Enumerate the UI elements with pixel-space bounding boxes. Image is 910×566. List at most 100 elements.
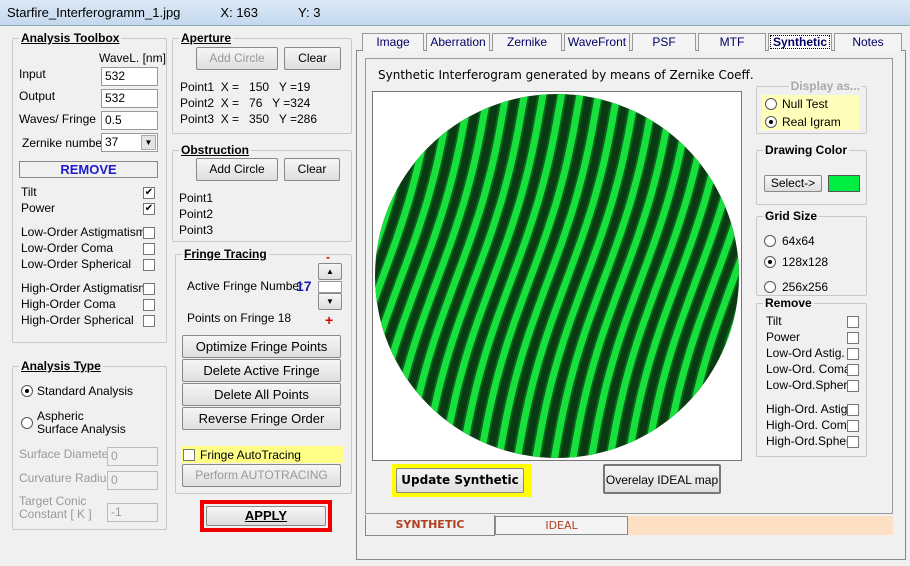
update-synthetic-button[interactable]: Update Synthetic — [396, 468, 524, 493]
synthetic-remove-checkbox[interactable] — [847, 420, 859, 432]
standard-analysis-radio[interactable] — [21, 385, 33, 397]
remove-item-checkbox[interactable] — [143, 283, 155, 295]
remove-item-checkbox[interactable]: ✔ — [143, 187, 155, 199]
fringe-autotracing-label: Fringe AutoTracing — [200, 448, 301, 462]
synthetic-remove-label: High-Ord.Spher — [766, 434, 851, 448]
curvature-radius-label: Curvature Radius — [19, 471, 113, 485]
synthetic-interferogram — [375, 94, 739, 458]
output-label: Output — [19, 89, 56, 103]
input-wavelength-field[interactable]: 532 — [101, 67, 158, 86]
synthetic-remove-checkbox[interactable] — [847, 436, 859, 448]
synthetic-remove-checkbox[interactable] — [847, 348, 859, 360]
wavel-header: WaveL. [nm] — [99, 51, 166, 65]
delete-all-points-button[interactable]: Delete All Points — [182, 383, 341, 406]
select-color-button[interactable]: Select-> — [764, 175, 822, 192]
remove-item-checkbox[interactable]: ✔ — [143, 203, 155, 215]
fringe-tracing-title: Fringe Tracing — [182, 247, 269, 261]
obstruction-clear-button[interactable]: Clear — [284, 158, 340, 181]
surface-diameter-field[interactable]: 0 — [107, 447, 158, 466]
surface-diameter-label: Surface Diameter — [19, 447, 113, 461]
remove-item-checkbox[interactable] — [143, 299, 155, 311]
tab-synthetic-bottom[interactable]: SYNTHETIC — [365, 515, 495, 536]
target-conic-field[interactable]: -1 — [107, 503, 158, 522]
aperture-add-circle-button[interactable]: Add Circle — [196, 47, 278, 70]
grid-size-radio[interactable] — [764, 256, 776, 268]
grid-size-radio[interactable] — [764, 281, 776, 293]
synthetic-remove-checkbox[interactable] — [847, 380, 859, 392]
remove-item-checkbox[interactable] — [143, 227, 155, 239]
obstruction-add-circle-button[interactable]: Add Circle — [196, 158, 278, 181]
remove-header: REMOVE — [19, 161, 158, 178]
real-igram-radio[interactable] — [765, 116, 777, 128]
synthetic-remove-label: Low-Ord Astig. — [766, 346, 845, 360]
apply-highlight: APPLY — [200, 500, 332, 532]
overlay-ideal-map-button[interactable]: Overelay IDEAL map — [603, 464, 721, 494]
null-test-radio[interactable] — [765, 98, 777, 110]
arrow-down-icon: ▼ — [326, 297, 334, 306]
tab-synthetic[interactable]: Synthetic — [768, 33, 832, 51]
remove-item-checkbox[interactable] — [143, 243, 155, 255]
obstruction-point-1: Point1 — [179, 191, 214, 205]
filename: Starfire_Interferogramm_1.jpg — [7, 5, 181, 20]
output-wavelength-field[interactable]: 532 — [101, 89, 158, 108]
tab-mtf[interactable]: MTF — [698, 33, 766, 51]
waves-fringe-field[interactable]: 0.5 — [101, 111, 158, 130]
fringe-up-button[interactable]: ▲ — [318, 263, 342, 280]
delete-active-fringe-button[interactable]: Delete Active Fringe — [182, 359, 341, 382]
synthetic-remove-label: High-Ord. Coma — [766, 418, 854, 432]
interferogram-canvas[interactable] — [372, 91, 742, 461]
aspheric-analysis-radio[interactable] — [21, 417, 33, 429]
remove-item-label: High-Order Spherical — [21, 313, 134, 327]
grid-size-label: 128x128 — [782, 255, 829, 269]
drawing-color-swatch[interactable] — [828, 175, 860, 192]
zernike-number-select[interactable]: 37 ▼ — [101, 133, 158, 152]
remove-item-label: Tilt — [21, 185, 37, 199]
tab-image[interactable]: Image — [362, 33, 424, 51]
points-on-fringe-label: Points on Fringe 18 — [187, 311, 292, 325]
real-igram-label: Real Igram — [782, 115, 841, 129]
aperture-point-1: Point1 X = 150 Y =19 — [180, 80, 311, 94]
tab-aberration[interactable]: Aberration — [426, 33, 490, 51]
bottom-tab-strip — [628, 516, 893, 535]
synthetic-remove-label: Power — [766, 330, 801, 344]
synthetic-remove-checkbox[interactable] — [847, 332, 859, 344]
zernike-number-value: 37 — [105, 135, 119, 149]
remove-title: Remove — [763, 296, 814, 310]
perform-autotracing-button[interactable]: Perform AUTOTRACING — [182, 464, 341, 487]
synthetic-remove-checkbox[interactable] — [847, 316, 859, 328]
fringe-minus-label: - — [326, 250, 330, 264]
tab-wavefront[interactable]: WaveFront — [564, 33, 630, 51]
tab-notes[interactable]: Notes — [834, 33, 902, 51]
fringe-scroll-track[interactable] — [318, 281, 342, 293]
aperture-clear-button[interactable]: Clear — [284, 47, 341, 70]
apply-button[interactable]: APPLY — [206, 506, 326, 526]
x-coordinate: X: 163 — [220, 5, 259, 20]
grid-size-radio[interactable] — [764, 235, 776, 247]
tab-zernike[interactable]: Zernike — [492, 33, 562, 51]
fringe-plus-label: + — [325, 312, 334, 328]
remove-item-checkbox[interactable] — [143, 259, 155, 271]
chevron-down-icon[interactable]: ▼ — [141, 135, 156, 150]
display-as-title: Display as... — [788, 79, 862, 93]
waves-fringe-label: Waves/ Fringe — [19, 112, 96, 126]
grid-size-label: 256x256 — [782, 280, 829, 294]
tab-ideal-bottom[interactable]: IDEAL — [495, 516, 628, 535]
aperture-point-2: Point2 X = 76 Y =324 — [180, 96, 311, 110]
obstruction-point-2: Point2 — [179, 207, 214, 221]
curvature-radius-field[interactable]: 0 — [107, 471, 158, 490]
title-bar: Starfire_Interferogramm_1.jpg X: 163 Y: 3 — [0, 0, 910, 26]
synthetic-remove-checkbox[interactable] — [847, 364, 859, 376]
reverse-fringe-order-button[interactable]: Reverse Fringe Order — [182, 407, 341, 430]
tab-psf[interactable]: PSF — [632, 33, 696, 51]
y-coordinate: Y: 3 — [298, 5, 321, 20]
optimize-fringe-points-button[interactable]: Optimize Fringe Points — [182, 335, 341, 358]
fringe-down-button[interactable]: ▼ — [318, 293, 342, 310]
drawing-color-title: Drawing Color — [763, 143, 850, 157]
aperture-point-3: Point3 X = 350 Y =286 — [180, 112, 317, 126]
remove-item-label: Low-Order Astigmatism — [21, 225, 146, 239]
synthetic-remove-checkbox[interactable] — [847, 404, 859, 416]
arrow-up-icon: ▲ — [326, 267, 334, 276]
obstruction-title: Obstruction — [179, 143, 251, 157]
fringe-autotracing-checkbox[interactable] — [183, 449, 195, 461]
remove-item-checkbox[interactable] — [143, 315, 155, 327]
